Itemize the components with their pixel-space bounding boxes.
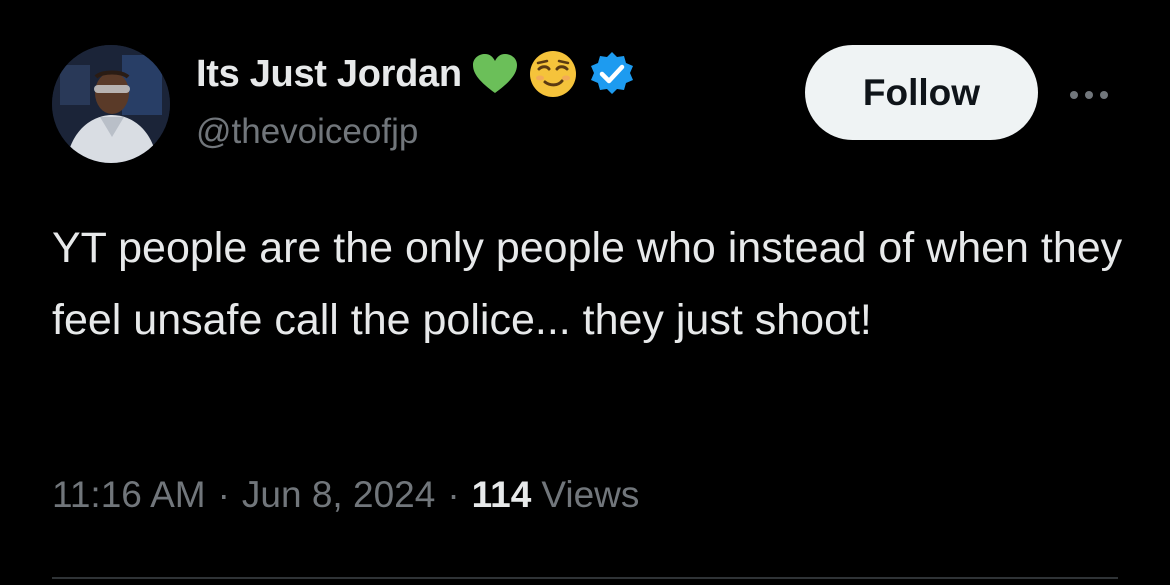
relieved-face-icon xyxy=(528,49,578,99)
more-dot xyxy=(1100,91,1108,99)
tweet-date[interactable]: Jun 8, 2024 xyxy=(242,474,435,516)
tweet-meta: 11:16 AM · Jun 8, 2024 · 114 Views xyxy=(52,474,639,516)
author-name[interactable]: Its Just Jordan xyxy=(196,53,462,96)
views-count: 114 xyxy=(471,474,532,515)
meta-separator: · xyxy=(217,474,230,515)
tweet-card: Its Just Jordan @thevoiceofjp Follow YT … xyxy=(0,0,1170,585)
follow-button[interactable]: Follow xyxy=(805,45,1038,140)
more-dot xyxy=(1085,91,1093,99)
more-options-icon[interactable] xyxy=(1060,80,1118,110)
verified-badge-icon[interactable] xyxy=(588,50,636,98)
more-dot xyxy=(1070,91,1078,99)
tweet-text: YT people are the only people who instea… xyxy=(52,224,1123,344)
author-handle[interactable]: @thevoiceofjp xyxy=(196,112,418,152)
views-label: Views xyxy=(541,474,640,515)
avatar[interactable] xyxy=(52,45,170,163)
green-heart-icon xyxy=(472,53,518,95)
meta-separator: · xyxy=(447,474,460,515)
tweet-time[interactable]: 11:16 AM xyxy=(52,474,206,516)
divider xyxy=(52,577,1118,579)
author-name-row: Its Just Jordan xyxy=(196,48,636,100)
avatar-image xyxy=(52,45,170,163)
